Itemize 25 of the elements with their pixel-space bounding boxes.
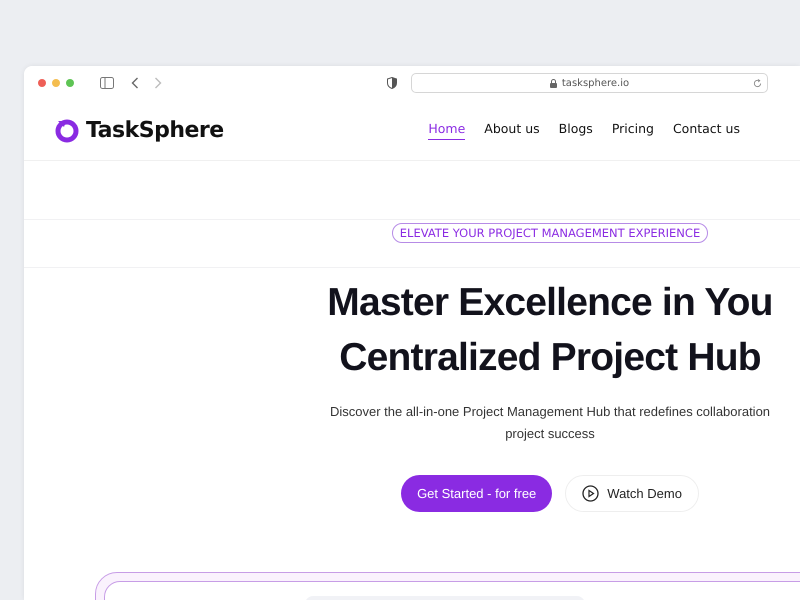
url-text: tasksphere.io bbox=[562, 78, 630, 88]
subtitle-text: Discover the all-in-one Project Management Hub that redefines collaboration bbox=[330, 403, 770, 421]
sidebar-icon[interactable] bbox=[100, 77, 114, 89]
close-button[interactable] bbox=[38, 79, 46, 87]
back-icon[interactable] bbox=[131, 77, 139, 89]
nav-link[interactable]: Home bbox=[428, 120, 466, 140]
get-started-button[interactable]: Get Started - for free bbox=[401, 475, 552, 512]
logo-text[interactable]: TaskSphere bbox=[86, 118, 224, 142]
tagline-badge: ELEVATE YOUR PROJECT MANAGEMENT EXPERIENCE bbox=[392, 223, 708, 243]
nav-link[interactable]: Blogs bbox=[558, 120, 593, 140]
shield-icon[interactable] bbox=[387, 77, 397, 89]
nav-link[interactable]: Pricing bbox=[612, 120, 654, 140]
watch-demo-button[interactable]: Watch Demo bbox=[565, 475, 699, 512]
zoom-button[interactable] bbox=[66, 79, 74, 87]
lock-icon bbox=[550, 78, 557, 88]
play-icon bbox=[582, 485, 600, 502]
headline: Centralized Project Hub bbox=[339, 335, 761, 381]
subtitle-text: project success bbox=[505, 425, 595, 443]
nav-link[interactable]: About us bbox=[484, 120, 540, 140]
logo-icon bbox=[54, 117, 80, 143]
headline: Master Excellence in You bbox=[327, 280, 773, 326]
reload-icon[interactable] bbox=[753, 79, 762, 88]
forward-icon[interactable] bbox=[154, 77, 162, 89]
nav-link[interactable]: Contact us bbox=[672, 120, 740, 140]
address-bar[interactable]: tasksphere.io bbox=[411, 73, 768, 93]
